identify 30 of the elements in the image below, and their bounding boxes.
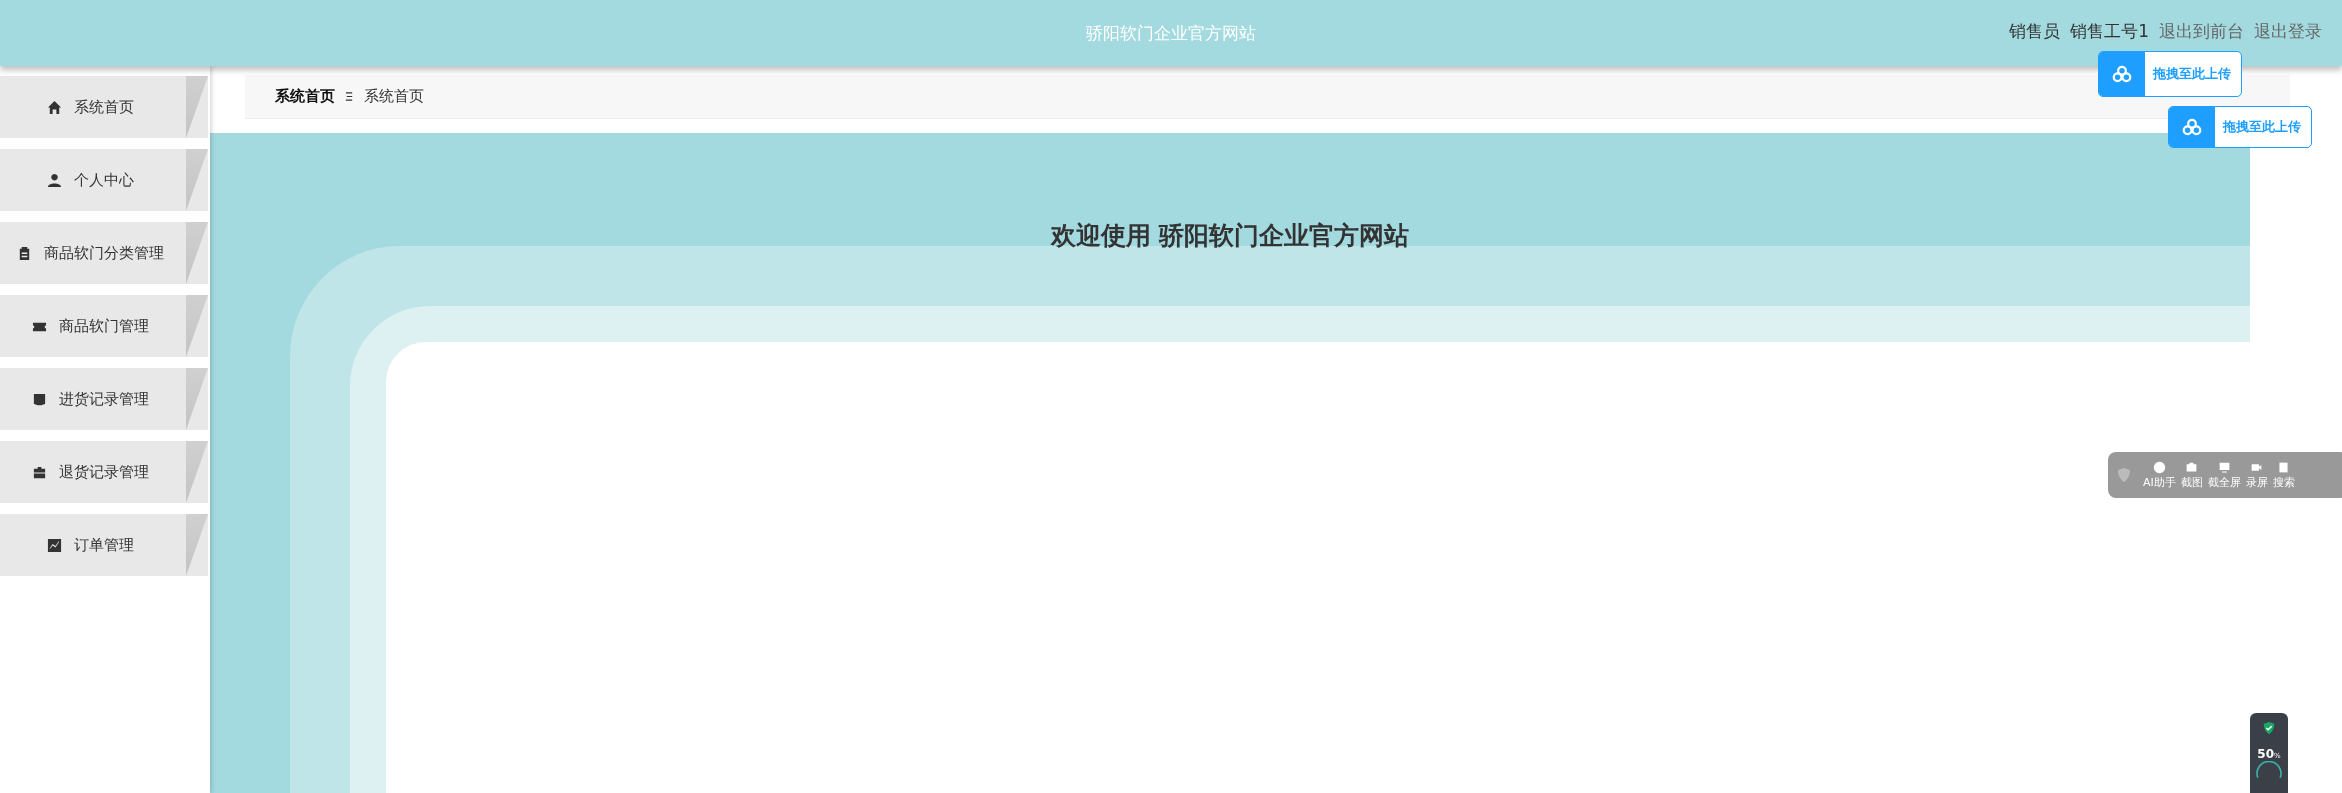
header-link[interactable]: 退出到前台 — [2159, 20, 2244, 43]
header-link[interactable]: 退出登录 — [2254, 20, 2322, 43]
breadcrumb-link[interactable]: 系统首页 — [275, 87, 335, 106]
shield-icon — [2116, 467, 2132, 483]
user-name: 销售工号1 — [2070, 20, 2149, 43]
corner-fold — [186, 149, 208, 211]
sidebar-item[interactable]: 退货记录管理 — [0, 441, 208, 503]
chart-icon — [46, 537, 62, 553]
sidebar-item[interactable]: 系统首页 — [0, 76, 208, 138]
corner-fold — [186, 368, 208, 430]
breadcrumb-link[interactable]: 系统首页 — [364, 87, 424, 106]
sidebar-item[interactable]: 个人中心 — [0, 149, 208, 211]
sidebar-item[interactable]: 进货记录管理 — [0, 368, 208, 430]
check-shield-icon — [2262, 721, 2276, 735]
welcome-heading: 欢迎使用 骄阳软门企业官方网站 — [1049, 220, 1411, 252]
briefcase-icon — [31, 464, 47, 480]
sidebar-item[interactable]: 订单管理 — [0, 514, 208, 576]
sidebar-item[interactable]: 商品软门分类管理 — [0, 222, 208, 284]
corner-fold — [186, 514, 208, 576]
user-role: 销售员 — [2009, 20, 2061, 43]
corner-fold — [186, 441, 208, 503]
site-title: 骄阳软门企业官方网站 — [1086, 22, 1256, 45]
corner-fold — [186, 295, 208, 357]
sidebar-item[interactable]: 商品软门管理 — [0, 295, 208, 357]
separator-icon — [345, 91, 354, 102]
user-icon — [46, 172, 62, 188]
home-icon — [46, 99, 62, 115]
camera-icon — [2185, 460, 2199, 474]
corner-fold — [186, 222, 208, 284]
corner-fold — [186, 76, 208, 138]
